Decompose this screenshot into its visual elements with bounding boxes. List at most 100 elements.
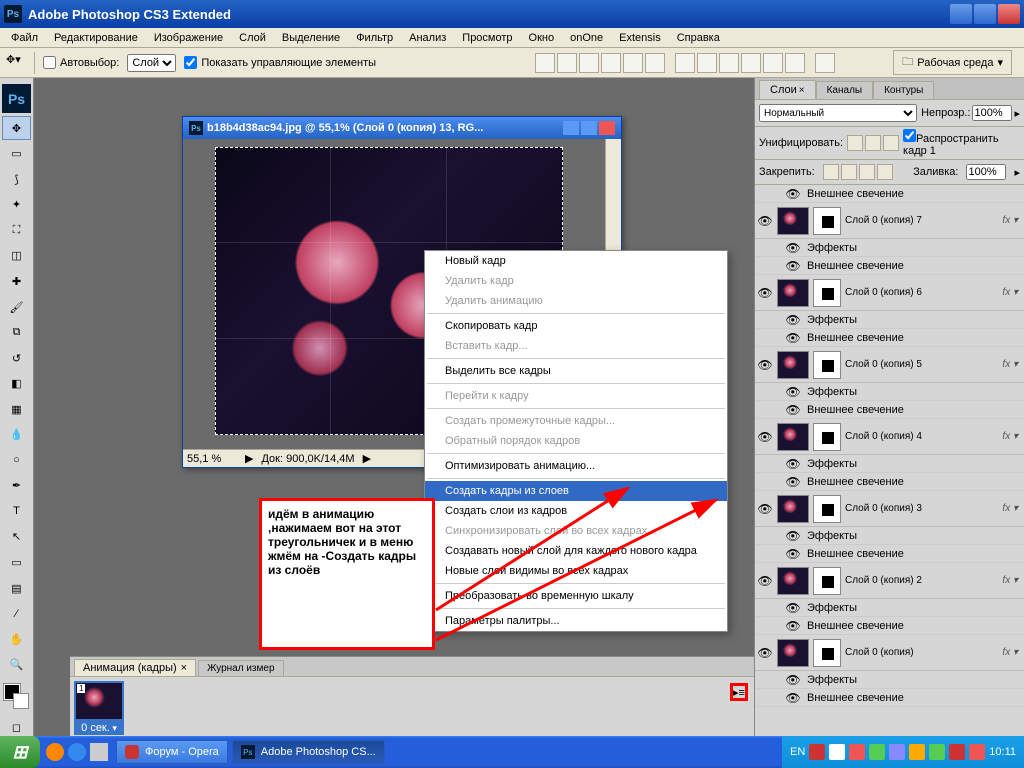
visibility-toggle[interactable]: 👁	[757, 358, 773, 372]
ctx-menu-item[interactable]: Создать кадры из слоев	[425, 481, 727, 501]
layer-name[interactable]: Слой 0 (копия)	[845, 647, 998, 658]
tab-layers[interactable]: Слои×	[759, 80, 816, 99]
align-icon[interactable]	[579, 53, 599, 73]
distribute-icon[interactable]	[741, 53, 761, 73]
fx-badge[interactable]: fx ▾	[1002, 359, 1018, 370]
menu-view[interactable]: Просмотр	[455, 30, 519, 46]
menu-select[interactable]: Выделение	[275, 30, 347, 46]
fx-badge[interactable]: fx ▾	[1002, 431, 1018, 442]
show-controls-checkbox[interactable]: Показать управляющие элементы	[184, 56, 376, 69]
eyedropper-tool[interactable]: ⁄	[2, 602, 31, 626]
layer-thumbnail[interactable]	[777, 567, 809, 595]
tray-icon[interactable]	[969, 744, 985, 760]
propagate-checkbox[interactable]: Распространить кадр 1	[903, 129, 1020, 157]
layer-mask[interactable]	[813, 567, 841, 595]
zoom-level[interactable]: 55,1 %	[187, 453, 237, 465]
layer-name[interactable]: Слой 0 (копия) 2	[845, 575, 998, 586]
visibility-toggle[interactable]: 👁	[757, 574, 773, 588]
unify-visibility-icon[interactable]	[865, 135, 881, 151]
doc-maximize-button[interactable]	[581, 121, 597, 135]
chevron-right-icon[interactable]: ▸	[1014, 107, 1020, 120]
minimize-button[interactable]	[950, 4, 972, 24]
layer-thumbnail[interactable]	[777, 423, 809, 451]
menu-filter[interactable]: Фильтр	[349, 30, 400, 46]
gradient-tool[interactable]: ▦	[2, 397, 31, 421]
type-tool[interactable]: T	[2, 500, 31, 524]
layer-name[interactable]: Слой 0 (копия) 3	[845, 503, 998, 514]
history-brush-tool[interactable]: ↺	[2, 346, 31, 370]
fx-badge[interactable]: fx ▾	[1002, 647, 1018, 658]
effect-row[interactable]: 👁Эффекты	[755, 311, 1024, 329]
zoom-tool[interactable]: 🔍	[2, 653, 31, 677]
effect-row[interactable]: 👁Внешнее свечение	[755, 689, 1024, 707]
lock-all-icon[interactable]	[877, 164, 893, 180]
color-swatch[interactable]	[2, 682, 31, 711]
layer-name[interactable]: Слой 0 (копия) 6	[845, 287, 998, 298]
layer-thumbnail[interactable]	[777, 279, 809, 307]
layer-row[interactable]: 👁Слой 0 (копия) 4fx ▾	[755, 419, 1024, 455]
align-icon[interactable]	[645, 53, 665, 73]
distribute-icon[interactable]	[785, 53, 805, 73]
fx-badge[interactable]: fx ▾	[1002, 575, 1018, 586]
shape-tool[interactable]: ▭	[2, 551, 31, 575]
ql-icon[interactable]	[90, 743, 108, 761]
visibility-toggle[interactable]: 👁	[757, 286, 773, 300]
taskbar-item-photoshop[interactable]: Ps Adobe Photoshop CS...	[232, 740, 385, 764]
ctx-menu-item[interactable]: Создать слои из кадров	[425, 501, 727, 521]
opacity-input[interactable]	[972, 105, 1012, 121]
brush-tool[interactable]: 🖌	[2, 295, 31, 319]
tab-paths[interactable]: Контуры	[873, 81, 934, 99]
tab-measurement-log[interactable]: Журнал измер	[198, 660, 283, 676]
lock-transparency-icon[interactable]	[823, 164, 839, 180]
effect-row[interactable]: 👁Эффекты	[755, 599, 1024, 617]
tab-animation[interactable]: Анимация (кадры)×	[74, 659, 196, 676]
animation-frame[interactable]: 1 0 сек. ▾	[74, 681, 124, 735]
lock-position-icon[interactable]	[859, 164, 875, 180]
layer-thumbnail[interactable]	[777, 351, 809, 379]
layer-mask[interactable]	[813, 207, 841, 235]
layer-thumbnail[interactable]	[777, 639, 809, 667]
align-icon[interactable]	[623, 53, 643, 73]
menu-file[interactable]: Файл	[4, 30, 45, 46]
layer-name[interactable]: Слой 0 (копия) 5	[845, 359, 998, 370]
chevron-right-icon[interactable]: ▸	[1014, 166, 1020, 179]
fx-badge[interactable]: fx ▾	[1002, 503, 1018, 514]
ctx-menu-item[interactable]: Параметры палитры...	[425, 611, 727, 631]
eraser-tool[interactable]: ◧	[2, 372, 31, 396]
distribute-icon[interactable]	[719, 53, 739, 73]
ctx-menu-item[interactable]: Оптимизировать анимацию...	[425, 456, 727, 476]
start-button[interactable]: ⊞	[0, 736, 40, 768]
close-icon[interactable]: ×	[181, 662, 187, 674]
fx-badge[interactable]: fx ▾	[1002, 215, 1018, 226]
menu-layer[interactable]: Слой	[232, 30, 273, 46]
arrow-icon[interactable]: ▶	[245, 452, 253, 465]
maximize-button[interactable]	[974, 4, 996, 24]
ctx-menu-item[interactable]: Преобразовать во временную шкалу	[425, 586, 727, 606]
tray-icon[interactable]	[849, 744, 865, 760]
notes-tool[interactable]: ▤	[2, 576, 31, 600]
pen-tool[interactable]: ✒	[2, 474, 31, 498]
language-indicator[interactable]: EN	[790, 746, 805, 758]
dodge-tool[interactable]: ○	[2, 449, 31, 473]
doc-minimize-button[interactable]	[563, 121, 579, 135]
align-icon[interactable]	[557, 53, 577, 73]
ctx-menu-item[interactable]: Создавать новый слой для каждого нового …	[425, 541, 727, 561]
effect-row[interactable]: 👁Эффекты	[755, 239, 1024, 257]
slice-tool[interactable]: ◫	[2, 244, 31, 268]
effect-row[interactable]: 👁Эффекты	[755, 527, 1024, 545]
auto-align-icon[interactable]	[815, 53, 835, 73]
panel-menu-button[interactable]: ▸≡	[730, 683, 748, 701]
layer-mask[interactable]	[813, 495, 841, 523]
hand-tool[interactable]: ✋	[2, 627, 31, 651]
unify-position-icon[interactable]	[847, 135, 863, 151]
effect-row[interactable]: 👁Внешнее свечение	[755, 545, 1024, 563]
tray-icon[interactable]	[889, 744, 905, 760]
ctx-menu-item[interactable]: Скопировать кадр	[425, 316, 727, 336]
workspace-dropdown[interactable]: 🗀 Рабочая среда ▾	[893, 50, 1012, 75]
layer-row[interactable]: 👁Слой 0 (копия) 6fx ▾	[755, 275, 1024, 311]
layer-row[interactable]: 👁Слой 0 (копия)fx ▾	[755, 635, 1024, 671]
layer-row[interactable]: 👁Слой 0 (копия) 3fx ▾	[755, 491, 1024, 527]
layer-thumbnail[interactable]	[777, 495, 809, 523]
fill-input[interactable]	[966, 164, 1006, 180]
effect-row[interactable]: 👁Эффекты	[755, 455, 1024, 473]
